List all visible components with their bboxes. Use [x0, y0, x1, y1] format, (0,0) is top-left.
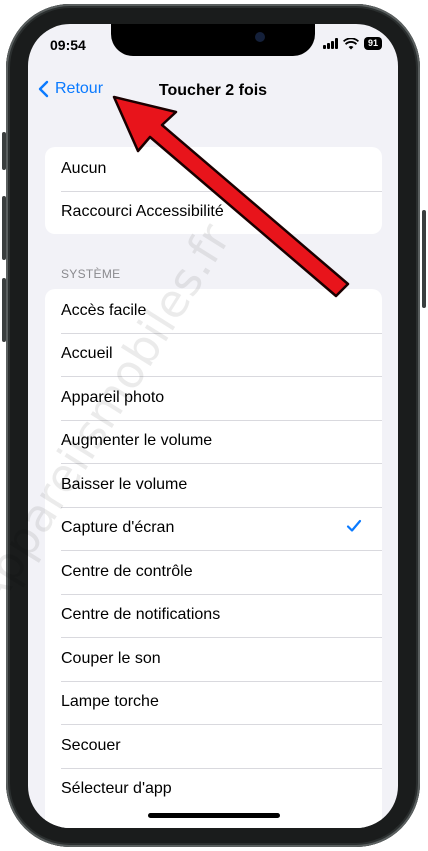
- list-item-label: Couper le son: [61, 649, 161, 667]
- screen: 09:54 91 Retour Toucher 2 fois Aucun Rac…: [28, 24, 398, 828]
- list-item-label: Aucun: [61, 159, 107, 177]
- battery-icon: 91: [363, 37, 382, 50]
- list-item[interactable]: Couper le son: [45, 637, 382, 681]
- list-item[interactable]: Sélecteur d'app: [45, 767, 382, 812]
- list-item[interactable]: Centre de contrôle: [45, 550, 382, 594]
- list-item[interactable]: Appareil photo: [45, 376, 382, 420]
- camera-icon: [255, 32, 265, 42]
- navigation-bar: Retour Toucher 2 fois: [28, 80, 398, 110]
- signal-icon: [322, 38, 338, 49]
- mute-switch: [2, 132, 6, 170]
- list-item-label: Appareil photo: [61, 388, 165, 406]
- list-item[interactable]: Secouer: [45, 724, 382, 768]
- list-item-label: Centre de notifications: [61, 606, 221, 624]
- system-group: Accès facile Accueil Appareil photo Augm…: [45, 289, 382, 828]
- list-item-aucun[interactable]: Aucun: [45, 147, 382, 191]
- list-item-label: Raccourci Accessibilité: [61, 203, 224, 221]
- list-item-label: Augmenter le volume: [61, 432, 213, 450]
- list-item-label: Centre de contrôle: [61, 562, 193, 580]
- volume-down-button: [2, 278, 6, 342]
- list-item-label: Lampe torche: [61, 693, 159, 711]
- list-item[interactable]: Accès facile: [45, 289, 382, 333]
- list-item-selected[interactable]: Capture d'écran: [45, 506, 382, 551]
- list-item-label: Accès facile: [61, 301, 147, 319]
- list-item-label: Secouer: [61, 736, 121, 754]
- notch: [111, 24, 315, 56]
- list-item[interactable]: Centre de notifications: [45, 593, 382, 638]
- side-button: [422, 210, 426, 308]
- status-time: 09:54: [50, 37, 86, 53]
- list-item-label: Baisser le volume: [61, 475, 188, 493]
- list-item-label: Capture d'écran: [61, 519, 175, 537]
- section-header-systeme: SYSTÈME: [61, 267, 121, 281]
- list-item-label: Sélecteur d'app: [61, 780, 172, 798]
- wifi-icon: [342, 37, 359, 49]
- list-item-raccourci-accessibilite[interactable]: Raccourci Accessibilité: [45, 190, 382, 235]
- list-item-label: Accueil: [61, 345, 113, 363]
- checkmark-icon: [346, 519, 362, 532]
- home-indicator[interactable]: [148, 813, 280, 818]
- status-icons: 91: [322, 37, 382, 50]
- list-item[interactable]: Baisser le volume: [45, 463, 382, 507]
- volume-up-button: [2, 196, 6, 260]
- list-item[interactable]: Augmenter le volume: [45, 419, 382, 464]
- page-title: Toucher 2 fois: [158, 82, 268, 99]
- list-item[interactable]: Accueil: [45, 332, 382, 377]
- options-group: Aucun Raccourci Accessibilité: [45, 147, 382, 234]
- list-item[interactable]: Lampe torche: [45, 680, 382, 725]
